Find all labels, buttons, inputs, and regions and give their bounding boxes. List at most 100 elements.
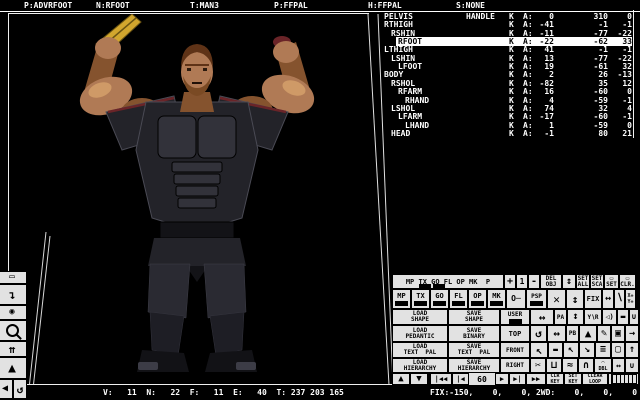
rotate-left-icon-button[interactable]: ↺ xyxy=(530,325,547,342)
one-button[interactable]: 1 xyxy=(516,274,528,289)
op-button[interactable]: OP xyxy=(468,289,487,309)
menu-item-texture[interactable]: T:MAN3 xyxy=(190,1,219,10)
up-arrow-button[interactable]: ↑ xyxy=(625,342,639,358)
save-text-pal-button[interactable]: SAVE TEXT PAL xyxy=(448,342,500,358)
scissors-icon-button[interactable]: ✂ xyxy=(530,358,546,373)
mk-button[interactable]: MK xyxy=(487,289,506,309)
bucket-icon-button[interactable]: ⊔ xyxy=(546,358,562,373)
model-hip-guard xyxy=(148,238,246,266)
one-glyph: 1 xyxy=(519,276,525,286)
updown-arrow-button-2[interactable]: ↕ xyxy=(566,289,584,309)
menu-item-selection[interactable]: S:NONE xyxy=(456,1,485,10)
rewind-button[interactable]: |◀ xyxy=(452,373,469,385)
hierarchy-cell-name: LFARM xyxy=(398,112,423,122)
marquee-icon-button[interactable]: ▢ xyxy=(611,342,625,358)
hierarchy-cell-n1: 16 xyxy=(544,87,554,97)
diagonal-button[interactable]: ∖ xyxy=(614,289,625,309)
big-up-arrow-button[interactable]: ▲ xyxy=(579,325,597,342)
menu-item-part[interactable]: P:ADVRFOOT xyxy=(24,1,72,10)
updown-arrow-button-3[interactable]: ↕ xyxy=(567,309,584,325)
set-key-button[interactable]: SET KEY xyxy=(564,373,582,385)
ink-bar xyxy=(452,301,465,306)
monitor-icon-button[interactable]: ▣ xyxy=(611,325,625,342)
updown-arrow-button[interactable]: ↕ xyxy=(562,274,576,289)
tx-button[interactable]: TX xyxy=(411,289,430,309)
user-view-button[interactable]: USER xyxy=(500,309,530,325)
leftright-arrow-button[interactable]: ↔ xyxy=(602,289,614,309)
u-shape-icon-button[interactable]: ∪ xyxy=(625,358,639,373)
hierarchy-row-rfarm[interactable]: RFARM K A: 16 -60 0 xyxy=(382,88,636,96)
plus-button[interactable]: + xyxy=(504,274,516,289)
go-button[interactable]: GO xyxy=(430,289,449,309)
big-arrow-icon-button[interactable]: ▲ xyxy=(0,357,27,379)
wave-icon-button[interactable]: ≈ xyxy=(562,358,578,373)
mp-button[interactable]: MP xyxy=(392,289,411,309)
leftright-arrow-button-2[interactable]: ↔ xyxy=(530,309,554,325)
keyboard-icon-button[interactable] xyxy=(608,373,639,385)
dbl-button[interactable]: ◠ DBL xyxy=(594,358,612,373)
xy-button[interactable]: X+ Y+ xyxy=(625,289,636,309)
speaker-icon-button[interactable]: ◁) xyxy=(602,309,617,325)
yr-button[interactable]: Y∖R xyxy=(584,309,602,325)
top-view-button[interactable]: TOP xyxy=(500,325,530,342)
save-shape-button[interactable]: SAVE SHAPE xyxy=(448,309,500,325)
double-up-arrow-icon-button[interactable]: ⇈ xyxy=(0,341,27,357)
cursor-icon-glyph: ↖ xyxy=(535,343,543,357)
black-bar-icon-button[interactable]: ▬ xyxy=(617,309,629,325)
save-hierarchy-button[interactable]: SAVE HIERARCHY xyxy=(448,358,500,373)
diagonal-arrow-button[interactable]: ↘ xyxy=(579,342,595,358)
pa-button[interactable]: PA xyxy=(554,309,567,325)
menu-item-node[interactable]: N:RFOOT xyxy=(96,1,130,10)
3d-viewport[interactable] xyxy=(8,13,394,385)
magnifier-icon-button[interactable] xyxy=(0,320,27,341)
leftright-arrow-button-4[interactable]: ↔ xyxy=(612,358,625,373)
set-all-button[interactable]: SET ALL xyxy=(576,274,590,289)
right-arrow-button[interactable]: → xyxy=(625,325,639,342)
clear-loop-button[interactable]: CLEAR LOOP xyxy=(582,373,608,385)
clr-range-button[interactable]: ▭ CLR. xyxy=(619,274,636,289)
hierarchy-row-head[interactable]: HEAD K A: -1 80 21 xyxy=(382,129,636,138)
play-button[interactable]: ▶ xyxy=(495,373,509,385)
menu-item-palette[interactable]: P:FFPAL xyxy=(274,1,308,10)
menu-item-hierarchy[interactable]: H:FFPAL xyxy=(368,1,402,10)
model-left-fist xyxy=(273,41,299,63)
mode-strip-button[interactable]: MP TX GO FL OP MK P xyxy=(392,274,504,289)
psp-button[interactable]: PSP xyxy=(526,289,547,309)
frame-up-button[interactable]: ▲ xyxy=(392,373,410,385)
pb-button[interactable]: PB xyxy=(566,325,579,342)
minus-button[interactable]: - xyxy=(528,274,540,289)
lines-icon-button[interactable]: ≡ xyxy=(595,342,611,358)
fix-button[interactable]: FIX xyxy=(584,289,602,309)
cursor-icon-button-2[interactable]: ↖ xyxy=(563,342,579,358)
cursor-icon-button[interactable]: ↖ xyxy=(530,342,548,358)
set-range-button[interactable]: ▭ SET xyxy=(604,274,619,289)
frame-number[interactable]: 60 xyxy=(469,373,495,385)
front-view-button[interactable]: FRONT xyxy=(500,342,530,358)
fl-button[interactable]: FL xyxy=(449,289,468,309)
cup-icon-button[interactable]: ∪ xyxy=(629,309,639,325)
down-arrow-box-icon-button[interactable]: ↴ xyxy=(0,284,27,305)
eye-icon-button[interactable]: ◉ xyxy=(0,305,27,320)
load-text-pal-button[interactable]: LOAD TEXT PAL xyxy=(392,342,448,358)
set-sca-button[interactable]: SET SCA xyxy=(590,274,604,289)
bar-icon-button[interactable]: ▭ xyxy=(0,271,27,284)
play-to-end-button[interactable]: ▶| xyxy=(509,373,526,385)
rewind-start-button[interactable]: |◀◀ xyxy=(430,373,452,385)
load-pedantic-button[interactable]: LOAD PEDANTIC xyxy=(392,325,448,342)
load-hierarchy-button[interactable]: LOAD HIERARCHY xyxy=(392,358,448,373)
leftright-arrow-glyph: ↔ xyxy=(604,293,612,304)
fast-forward-button[interactable]: ▶▶ xyxy=(526,373,546,385)
del-obj-button[interactable]: DEL OBJ xyxy=(540,274,562,289)
key-icon-button[interactable]: O─ xyxy=(506,289,526,309)
hierarchy-row-lfarm[interactable]: LFARM K A: -17 -60 -1 xyxy=(382,113,636,121)
clr-key-button[interactable]: CLR KEY xyxy=(546,373,564,385)
load-shape-button[interactable]: LOAD SHAPE xyxy=(392,309,448,325)
save-binary-button[interactable]: SAVE BINARY xyxy=(448,325,500,342)
right-view-button[interactable]: RIGHT xyxy=(500,358,530,373)
lamp-icon-button[interactable]: ∩ xyxy=(578,358,594,373)
collapse-arrows-button[interactable]: ✕ xyxy=(547,289,566,309)
leftright-arrow-button-3[interactable]: ↔ xyxy=(547,325,566,342)
pen-icon-button[interactable]: ✎ xyxy=(597,325,611,342)
frame-down-button[interactable]: ▼ xyxy=(410,373,428,385)
black-bar-icon-button-2[interactable]: ▬ xyxy=(548,342,563,358)
